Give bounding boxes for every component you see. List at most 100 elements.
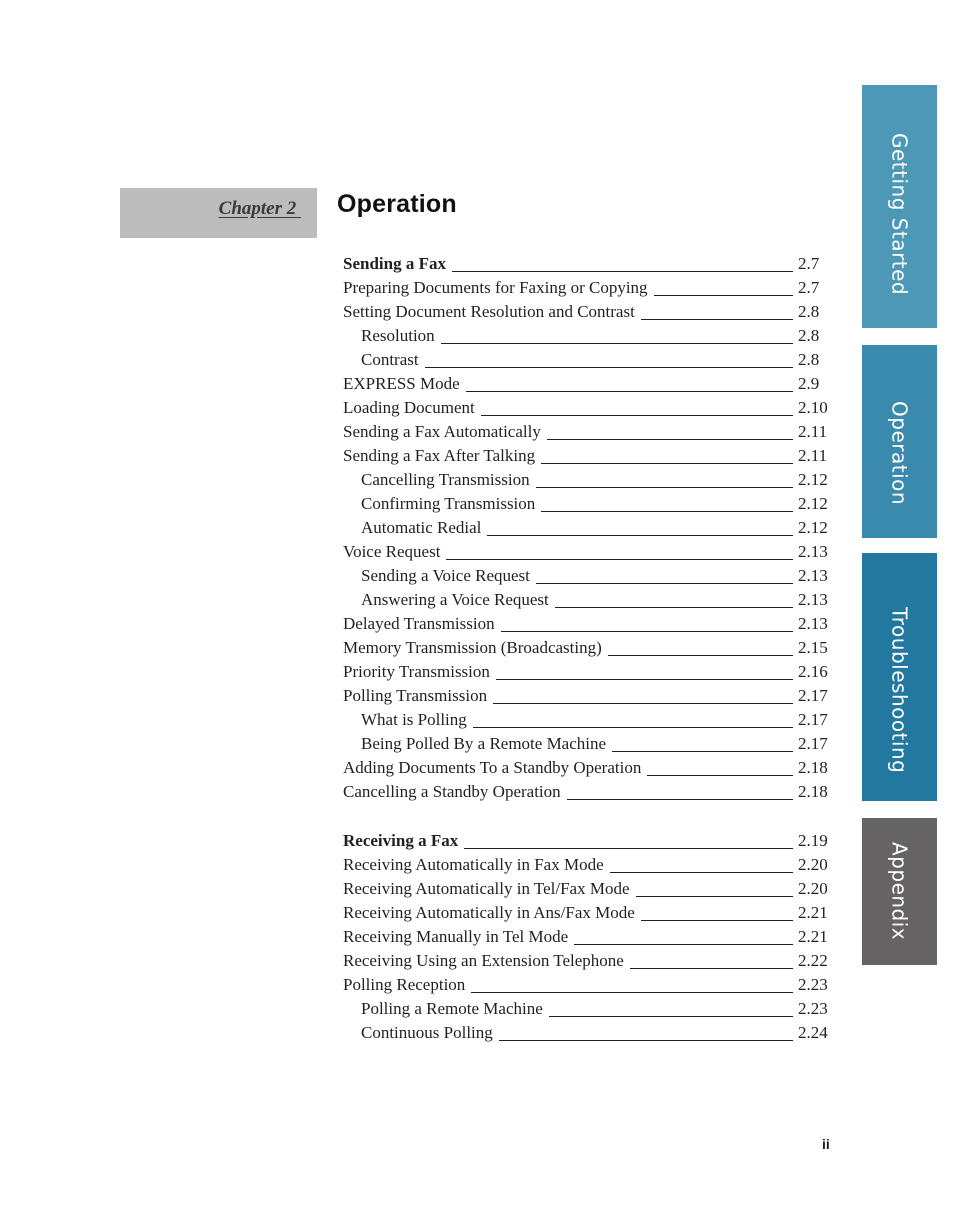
toc-entry-title: Receiving Automatically in Ans/Fax Mode	[343, 903, 635, 922]
toc-entry-page: 2.17	[798, 734, 828, 753]
toc-section-gap	[343, 804, 828, 829]
toc-entry[interactable]: Cancelling Transmission 2.12	[343, 468, 828, 492]
toc-entry[interactable]: Setting Document Resolution and Contrast…	[343, 300, 828, 324]
toc-entry-page: 2.12	[798, 518, 828, 537]
toc-entry[interactable]: Adding Documents To a Standby Operation 2…	[343, 756, 828, 780]
toc-entry-page: 2.7	[798, 278, 820, 297]
toc-leader-line	[635, 896, 793, 897]
tab-label: Getting Started	[887, 133, 912, 296]
toc-entry[interactable]: Polling Reception 2.23	[343, 973, 828, 997]
toc-entry[interactable]: Receiving Automatically in Ans/Fax Mode 2…	[343, 901, 828, 925]
toc-entry-title: Setting Document Resolution and Contrast	[343, 302, 635, 321]
toc-entry[interactable]: Voice Request 2.13	[343, 540, 828, 564]
toc-entry-page: 2.13	[798, 542, 828, 561]
toc-entry[interactable]: Automatic Redial 2.12	[343, 516, 828, 540]
toc-entry[interactable]: EXPRESS Mode 2.9	[343, 372, 828, 396]
toc-leader-line	[472, 727, 793, 728]
toc-entry-page: 2.18	[798, 782, 828, 801]
toc-leader-line	[548, 1016, 793, 1017]
toc-leader-line	[609, 872, 793, 873]
toc-entry-title: Contrast	[361, 350, 419, 369]
chapter-title: Operation	[337, 190, 457, 218]
toc-leader-line	[495, 679, 793, 680]
toc-section-heading[interactable]: Sending a Fax 2.7	[343, 252, 828, 276]
toc-entry[interactable]: Priority Transmission 2.16	[343, 660, 828, 684]
toc-entry[interactable]: Being Polled By a Remote Machine 2.17	[343, 732, 828, 756]
toc-entry[interactable]: Polling Transmission 2.17	[343, 684, 828, 708]
toc-entry[interactable]: Polling a Remote Machine 2.23	[343, 997, 828, 1021]
toc-leader-line	[440, 343, 793, 344]
toc-leader-line	[640, 319, 793, 320]
toc-entry[interactable]: Sending a Fax After Talking 2.11	[343, 444, 828, 468]
toc-entry[interactable]: Continuous Polling 2.24	[343, 1021, 828, 1045]
tab-troubleshooting[interactable]: Troubleshooting	[862, 553, 937, 801]
toc-entry-page: 2.21	[798, 903, 828, 922]
toc-leader-line	[640, 920, 793, 921]
toc-entry-title: Receiving Automatically in Fax Mode	[343, 855, 604, 874]
toc-entry[interactable]: Receiving Automatically in Fax Mode 2.20	[343, 853, 828, 877]
toc-entry-title: EXPRESS Mode	[343, 374, 460, 393]
toc-section-heading[interactable]: Receiving a Fax 2.19	[343, 829, 828, 853]
tab-appendix[interactable]: Appendix	[862, 818, 937, 965]
toc-entry-title: Polling a Remote Machine	[361, 999, 543, 1018]
toc-entry-title: Resolution	[361, 326, 435, 345]
toc-leader-line	[535, 583, 793, 584]
toc-entry-title: Preparing Documents for Faxing or Copyin…	[343, 278, 648, 297]
toc-entry-page: 2.22	[798, 951, 828, 970]
toc-entry[interactable]: Cancelling a Standby Operation 2.18	[343, 780, 828, 804]
toc-entry-title: Delayed Transmission	[343, 614, 495, 633]
toc-leader-line	[493, 703, 793, 704]
toc-entry-title: Receiving Using an Extension Telephone	[343, 951, 624, 970]
toc-entry-page: 2.11	[798, 446, 828, 465]
toc-entry-title: Receiving Automatically in Tel/Fax Mode	[343, 879, 630, 898]
toc-entry-page: 2.8	[798, 302, 820, 321]
toc-entry[interactable]: Delayed Transmission 2.13	[343, 612, 828, 636]
toc-entry-page: 2.17	[798, 686, 828, 705]
toc-entry-title: Continuous Polling	[361, 1023, 493, 1042]
toc-leader-line	[647, 775, 793, 776]
toc-entry-page: 2.10	[798, 398, 828, 417]
toc-entry[interactable]: Loading Document 2.10	[343, 396, 828, 420]
chapter-label-box: Chapter 2	[120, 188, 317, 238]
chapter-label: Chapter 2	[218, 198, 301, 219]
toc-entry-title: Sending a Voice Request	[361, 566, 530, 585]
page-number: ii	[822, 1136, 830, 1152]
toc-entry-title: Loading Document	[343, 398, 475, 417]
toc-leader-line	[498, 1040, 793, 1041]
toc-entry[interactable]: Answering a Voice Request 2.13	[343, 588, 828, 612]
toc-entry[interactable]: Contrast 2.8	[343, 348, 828, 372]
toc-leader-line	[629, 968, 793, 969]
toc-leader-line	[480, 415, 793, 416]
toc-leader-line	[541, 463, 793, 464]
toc-entry-title: Cancelling Transmission	[361, 470, 530, 489]
toc-entry-title: Voice Request	[343, 542, 441, 561]
toc-entry-page: 2.18	[798, 758, 828, 777]
tab-operation[interactable]: Operation	[862, 345, 937, 538]
toc-entry[interactable]: Confirming Transmission 2.12	[343, 492, 828, 516]
toc-leader-line	[500, 631, 793, 632]
toc-entry-page: 2.12	[798, 470, 828, 489]
toc-entry[interactable]: Memory Transmission (Broadcasting) 2.15	[343, 636, 828, 660]
toc-entry[interactable]: Preparing Documents for Faxing or Copyin…	[343, 276, 828, 300]
toc-entry-page: 2.7	[798, 254, 820, 273]
toc-entry-title: What is Polling	[361, 710, 467, 729]
toc-entry-page: 2.13	[798, 614, 828, 633]
toc-leader-line	[541, 511, 793, 512]
tab-getting-started[interactable]: Getting Started	[862, 85, 937, 328]
toc-entry[interactable]: Receiving Using an Extension Telephone 2.…	[343, 949, 828, 973]
toc-entry[interactable]: What is Polling 2.17	[343, 708, 828, 732]
toc-entry-page: 2.11	[798, 422, 828, 441]
toc-entry-title: Sending a Fax After Talking	[343, 446, 536, 465]
toc-entry-title: Memory Transmission (Broadcasting)	[343, 638, 602, 657]
toc-entry[interactable]: Resolution 2.8	[343, 324, 828, 348]
toc-entry[interactable]: Sending a Fax Automatically 2.11	[343, 420, 828, 444]
toc-entry-page: 2.13	[798, 590, 828, 609]
toc-entry[interactable]: Receiving Automatically in Tel/Fax Mode 2…	[343, 877, 828, 901]
toc-entry-title: Receiving Manually in Tel Mode	[343, 927, 569, 946]
toc-entry[interactable]: Sending a Voice Request 2.13	[343, 564, 828, 588]
toc-entry[interactable]: Receiving Manually in Tel Mode 2.21	[343, 925, 828, 949]
tab-label: Troubleshooting	[887, 607, 912, 774]
toc-entry-page: 2.9	[798, 374, 820, 393]
toc-leader-line	[446, 559, 793, 560]
toc-entry-page: 2.12	[798, 494, 828, 513]
